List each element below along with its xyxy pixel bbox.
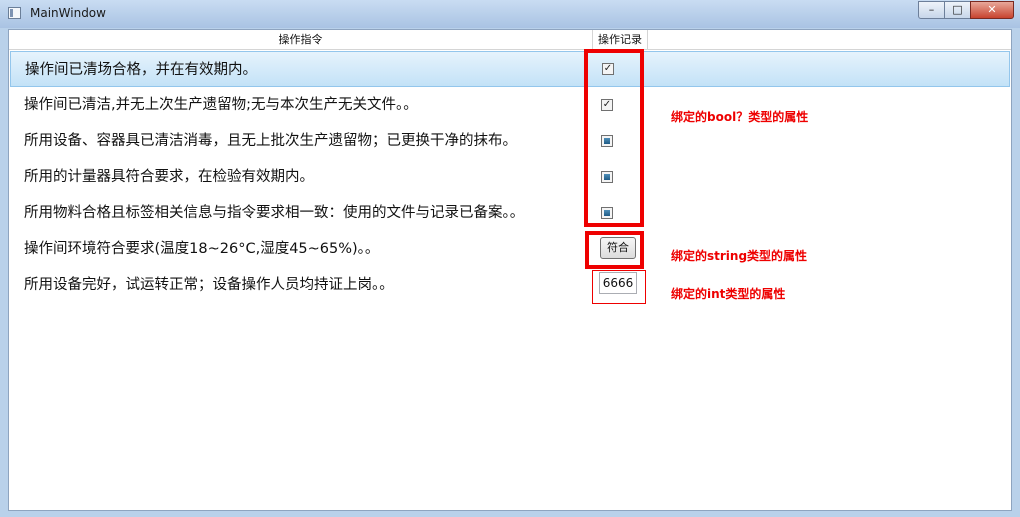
table-row[interactable]: 操作间环境符合要求(温度18~26°C,湿度45~65%)。。 符合 [10,231,1010,267]
instruction-text: 操作间环境符合要求(温度18~26°C,湿度45~65%)。。 [24,241,380,257]
bool-highlight-box [584,49,644,227]
table-row[interactable]: 所用设备完好，试运转正常；设备操作人员均持证上岗。。 6666 [10,267,1010,303]
table-row[interactable]: 所用的计量器具符合要求，在检验有效期内。 [10,159,1010,195]
instruction-text: 操作间已清洁,并无上次生产遗留物;无与本次生产无关文件。。 [24,97,418,113]
instruction-text: 所用设备完好，试运转正常；设备操作人员均持证上岗。。 [24,277,394,293]
instruction-text: 所用的计量器具符合要求，在检验有效期内。 [24,169,314,185]
main-content: 操作指令 操作记录 操作间已清场合格，并在有效期内。 ✓ 操作间已清洁,并无上次… [8,29,1012,511]
instruction-text: 所用设备、容器具已清洁消毒，且无上批次生产遗留物；已更换干净的抹布。 [24,133,517,149]
bool-annotation: 绑定的bool？类型的属性 [671,110,809,124]
column-header-instruction[interactable]: 操作指令 [9,30,593,49]
int-annotation: 绑定的int类型的属性 [671,287,786,301]
instruction-text: 操作间已清场合格，并在有效期内。 [25,62,257,78]
close-button[interactable]: ✕ [970,1,1014,19]
instruction-text: 所用物料合格且标签相关信息与指令要求相一致：使用的文件与记录已备案。。 [24,205,525,221]
grid-header: 操作指令 操作记录 [9,30,1011,50]
title-bar: MainWindow – □ ✕ [0,0,1020,28]
table-row[interactable]: 所用设备、容器具已清洁消毒，且无上批次生产遗留物；已更换干净的抹布。 [10,123,1010,159]
table-row[interactable]: 操作间已清场合格，并在有效期内。 ✓ [10,51,1010,87]
window-title: MainWindow [30,6,106,20]
minimize-button[interactable]: – [918,1,945,19]
window-icon [8,7,21,19]
maximize-button[interactable]: □ [944,1,971,19]
table-row[interactable]: 所用物料合格且标签相关信息与指令要求相一致：使用的文件与记录已备案。。 [10,195,1010,231]
string-annotation: 绑定的string类型的属性 [671,249,808,263]
column-header-record[interactable]: 操作记录 [593,30,648,49]
string-highlight-box [585,231,644,269]
table-row[interactable]: 操作间已清洁,并无上次生产遗留物;无与本次生产无关文件。。 ✓ [10,87,1010,123]
int-highlight-box [592,270,646,304]
